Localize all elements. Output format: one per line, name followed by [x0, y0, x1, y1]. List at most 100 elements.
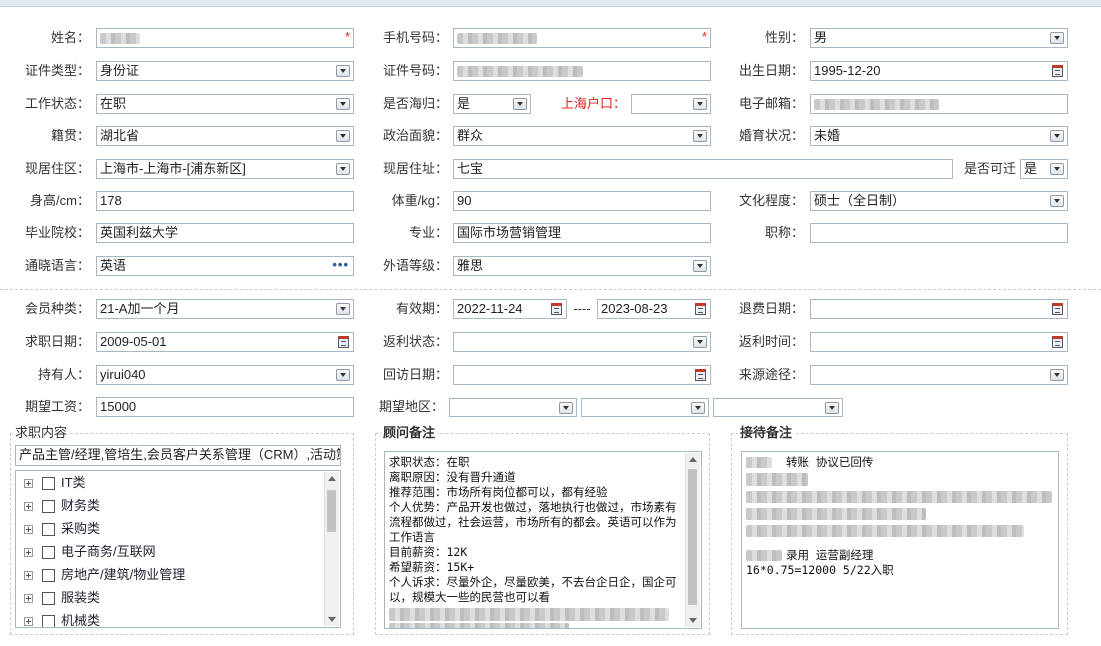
gender-select[interactable]: 男: [810, 28, 1068, 48]
chevron-down-icon[interactable]: [513, 98, 527, 110]
returnee-select[interactable]: 是: [453, 94, 531, 114]
chevron-down-icon[interactable]: [691, 402, 705, 414]
name-input[interactable]: *: [96, 28, 354, 48]
scroll-up-icon[interactable]: [325, 472, 339, 486]
tree-item[interactable]: 服装类: [24, 588, 100, 608]
more-options-icon[interactable]: •••: [332, 257, 349, 274]
tree-item[interactable]: 采购类: [24, 519, 100, 539]
expand-icon[interactable]: [24, 571, 33, 581]
expand-icon[interactable]: [24, 502, 33, 512]
chevron-down-icon[interactable]: [1050, 130, 1064, 142]
marital-select[interactable]: 未婚: [810, 126, 1068, 146]
note-line: 目前薪资：12K: [389, 545, 468, 559]
expand-icon[interactable]: [24, 617, 33, 627]
chevron-down-icon[interactable]: [336, 98, 350, 110]
calendar-icon[interactable]: [551, 303, 562, 315]
tree-item[interactable]: 财务类: [24, 496, 100, 516]
checkbox[interactable]: [42, 477, 55, 491]
residence-area-select[interactable]: 上海市-上海市-[浦东新区]: [96, 159, 354, 179]
native-place-select[interactable]: 湖北省: [96, 126, 354, 146]
checkbox[interactable]: [42, 500, 55, 514]
calendar-icon[interactable]: [1052, 65, 1063, 77]
shanghai-hukou-select[interactable]: [631, 94, 711, 114]
tree-scrollbar[interactable]: [324, 472, 339, 626]
chevron-down-icon[interactable]: [1050, 32, 1064, 44]
expected-city-select[interactable]: [581, 398, 709, 417]
chevron-down-icon[interactable]: [1050, 163, 1064, 175]
checkbox[interactable]: [42, 615, 55, 627]
calendar-icon[interactable]: [338, 336, 349, 348]
work-status-select[interactable]: 在职: [96, 94, 354, 114]
chevron-down-icon[interactable]: [1050, 369, 1064, 381]
expected-district-select[interactable]: [713, 398, 843, 417]
refund-date-input[interactable]: [810, 299, 1068, 319]
chevron-down-icon[interactable]: [336, 303, 350, 315]
work-status-label: 工作状态：: [24, 96, 90, 111]
calendar-icon[interactable]: [1052, 336, 1063, 348]
scroll-down-icon[interactable]: [325, 612, 339, 626]
scroll-thumb[interactable]: [327, 490, 336, 532]
visit-date-input[interactable]: [453, 365, 711, 385]
chevron-down-icon[interactable]: [336, 369, 350, 381]
expected-province-select[interactable]: [449, 398, 577, 417]
language-input[interactable]: 英语 •••: [96, 256, 354, 276]
rebate-status-select[interactable]: [453, 332, 711, 352]
title-input[interactable]: [810, 223, 1068, 243]
job-seek-date-input[interactable]: 2009-05-01: [96, 332, 354, 352]
holder-select[interactable]: yirui040: [96, 365, 354, 385]
school-input[interactable]: 英国利兹大学: [96, 223, 354, 243]
expected-salary-input[interactable]: 15000: [96, 397, 354, 417]
expand-icon[interactable]: [24, 548, 33, 558]
rebate-time-input[interactable]: [810, 332, 1068, 352]
reception-notes-textarea[interactable]: 转账 协议已回传 录用 运营副经理 16*0.75=12000 5/22入职: [741, 451, 1059, 629]
political-select[interactable]: 群众: [453, 126, 711, 146]
chevron-down-icon[interactable]: [336, 163, 350, 175]
tree-item[interactable]: 房地产/建筑/物业管理: [24, 565, 185, 585]
chevron-down-icon[interactable]: [693, 260, 707, 272]
scroll-thumb[interactable]: [688, 469, 697, 605]
tree-item[interactable]: IT类: [24, 473, 86, 493]
weight-input[interactable]: 90: [453, 191, 711, 211]
validity-start-input[interactable]: 2022-11-24: [453, 299, 567, 319]
checkbox[interactable]: [42, 569, 55, 583]
lang-level-select[interactable]: 雅思: [453, 256, 711, 276]
source-select[interactable]: [810, 365, 1068, 385]
validity-end-input[interactable]: 2023-08-23: [597, 299, 711, 319]
id-number-input[interactable]: [453, 61, 711, 81]
id-type-select[interactable]: 身份证: [96, 61, 354, 81]
calendar-icon[interactable]: [1052, 303, 1063, 315]
expand-icon[interactable]: [24, 479, 33, 489]
checkbox[interactable]: [42, 592, 55, 606]
scroll-up-icon[interactable]: [686, 453, 700, 467]
consultant-notes-textarea[interactable]: 求职状态：在职 离职原因：没有晋升通道 推荐范围：市场所有岗位都可以，都有经验 …: [384, 451, 702, 629]
chevron-down-icon[interactable]: [336, 65, 350, 77]
tree-item[interactable]: 电子商务/互联网: [24, 542, 156, 562]
relocate-select[interactable]: 是: [1020, 159, 1068, 179]
chevron-down-icon[interactable]: [693, 130, 707, 142]
chevron-down-icon[interactable]: [1050, 195, 1064, 207]
checkbox[interactable]: [42, 546, 55, 560]
phone-input[interactable]: *: [453, 28, 711, 48]
height-input[interactable]: 178: [96, 191, 354, 211]
chevron-down-icon[interactable]: [336, 130, 350, 142]
member-type-select[interactable]: 21-A加一个月: [96, 299, 354, 319]
chevron-down-icon[interactable]: [693, 336, 707, 348]
major-input[interactable]: 国际市场营销管理: [453, 223, 711, 243]
job-content-input[interactable]: 产品主管/经理,管培生,会员客户关系管理（CRM）,活动策: [15, 445, 341, 466]
expand-icon[interactable]: [24, 594, 33, 604]
calendar-icon[interactable]: [695, 369, 706, 381]
chevron-down-icon[interactable]: [559, 402, 573, 414]
email-input[interactable]: [810, 94, 1068, 114]
notes-scrollbar[interactable]: [685, 453, 700, 627]
chevron-down-icon[interactable]: [825, 402, 839, 414]
reception-line: 16*0.75=12000 5/22入职: [746, 563, 894, 577]
chevron-down-icon[interactable]: [693, 98, 707, 110]
calendar-icon[interactable]: [695, 303, 706, 315]
expand-icon[interactable]: [24, 525, 33, 535]
birth-date-input[interactable]: 1995-12-20: [810, 61, 1068, 81]
tree-item[interactable]: 机械类: [24, 611, 100, 627]
scroll-down-icon[interactable]: [686, 613, 700, 627]
checkbox[interactable]: [42, 523, 55, 537]
education-select[interactable]: 硕士（全日制）: [810, 191, 1068, 211]
residence-addr-input[interactable]: 七宝: [453, 159, 953, 179]
